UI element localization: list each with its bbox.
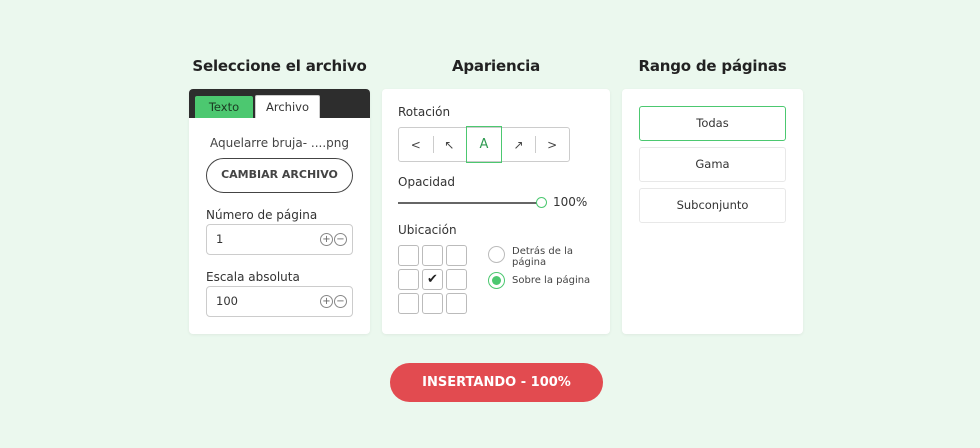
range-option-gama[interactable]: Gama bbox=[639, 147, 786, 182]
rotate-up-left-icon[interactable]: ↖ bbox=[432, 128, 467, 161]
range-option-todas[interactable]: Todas bbox=[639, 106, 786, 141]
scale-label: Escala absoluta bbox=[206, 270, 300, 284]
location-cell-top-center[interactable] bbox=[422, 245, 443, 266]
page-number-label: Número de página bbox=[206, 208, 318, 222]
location-grid: ✔ bbox=[398, 245, 467, 314]
opacity-value: 100% bbox=[553, 195, 588, 209]
position-option-behind[interactable]: Detrás de la página bbox=[488, 246, 602, 268]
rotate-up-right-icon[interactable]: ↗ bbox=[502, 128, 536, 161]
minus-icon[interactable]: − bbox=[334, 295, 347, 308]
location-cell-middle-right[interactable] bbox=[446, 269, 467, 290]
rotate-right-icon[interactable]: > bbox=[535, 128, 569, 161]
page-number-value: 1 bbox=[216, 232, 224, 246]
file-column-title: Seleccione el archivo bbox=[192, 57, 367, 75]
location-cell-top-right[interactable] bbox=[446, 245, 467, 266]
check-icon: ✔ bbox=[427, 272, 438, 287]
opacity-label: Opacidad bbox=[398, 175, 455, 189]
appearance-card: Rotación < ↖ A ↗ > Opacidad 100% Ubicaci… bbox=[382, 89, 610, 334]
scale-value: 100 bbox=[216, 294, 238, 308]
rotation-label: Rotación bbox=[398, 105, 451, 119]
location-cell-top-left[interactable] bbox=[398, 245, 419, 266]
range-column-title: Rango de páginas bbox=[638, 57, 787, 75]
plus-icon[interactable]: + bbox=[320, 233, 333, 246]
selected-filename: Aquelarre bruja- ....png bbox=[210, 136, 349, 150]
rotation-selector: < ↖ A ↗ > bbox=[398, 126, 570, 163]
radio-over[interactable] bbox=[488, 272, 505, 289]
scale-stepper: + − bbox=[320, 295, 347, 308]
page-number-field[interactable]: 1 + − bbox=[206, 224, 353, 255]
opacity-slider-track[interactable] bbox=[398, 202, 542, 204]
rotate-none-button[interactable]: A bbox=[466, 126, 502, 163]
location-cell-bottom-left[interactable] bbox=[398, 293, 419, 314]
position-option-over[interactable]: Sobre la página bbox=[488, 272, 602, 289]
radio-behind[interactable] bbox=[488, 246, 505, 263]
file-card: Texto Archivo Aquelarre bruja- ....png C… bbox=[189, 89, 370, 334]
tab-archivo[interactable]: Archivo bbox=[255, 95, 320, 118]
location-cell-bottom-center[interactable] bbox=[422, 293, 443, 314]
change-file-button[interactable]: CAMBIAR ARCHIVO bbox=[206, 158, 353, 193]
position-over-label: Sobre la página bbox=[512, 275, 591, 286]
location-label: Ubicación bbox=[398, 223, 457, 237]
insert-button[interactable]: INSERTANDO - 100% bbox=[390, 363, 603, 402]
location-cell-bottom-right[interactable] bbox=[446, 293, 467, 314]
location-cell-middle-left[interactable] bbox=[398, 269, 419, 290]
appearance-column-title: Apariencia bbox=[451, 57, 540, 75]
rotate-left-icon[interactable]: < bbox=[399, 128, 433, 161]
opacity-slider-thumb[interactable] bbox=[536, 197, 547, 208]
range-option-subconjunto[interactable]: Subconjunto bbox=[639, 188, 786, 223]
page-number-stepper: + − bbox=[320, 233, 347, 246]
page-range-card: Todas Gama Subconjunto bbox=[622, 89, 803, 334]
source-tabbar: Texto Archivo bbox=[189, 89, 370, 118]
location-cell-middle-center[interactable]: ✔ bbox=[422, 269, 443, 290]
plus-icon[interactable]: + bbox=[320, 295, 333, 308]
position-behind-label: Detrás de la página bbox=[512, 246, 573, 268]
scale-field[interactable]: 100 + − bbox=[206, 286, 353, 317]
minus-icon[interactable]: − bbox=[334, 233, 347, 246]
tab-texto[interactable]: Texto bbox=[195, 96, 253, 118]
